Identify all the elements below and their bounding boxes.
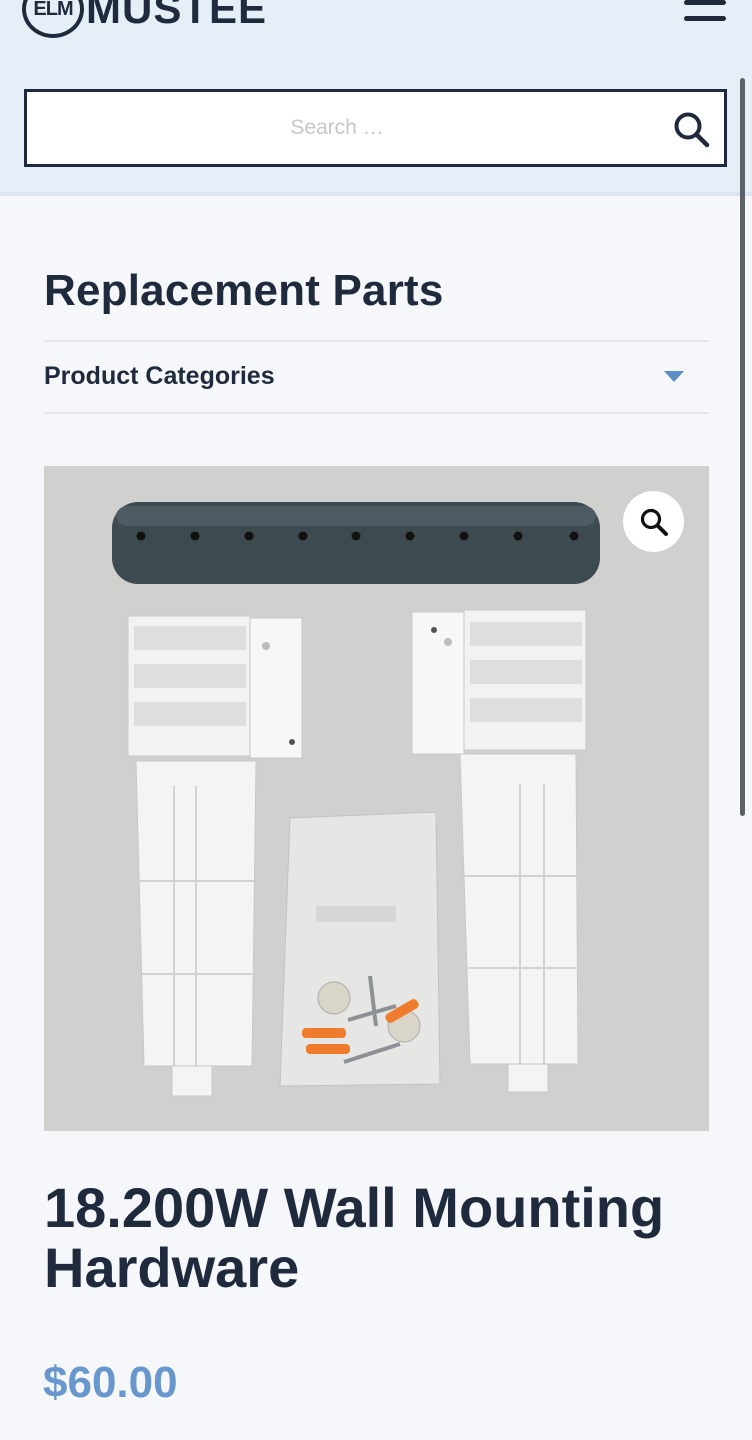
divider (44, 340, 709, 342)
logo-wordmark: MUSTEE (86, 0, 268, 32)
product-image[interactable] (44, 466, 709, 1131)
site-header: ELM MUSTEE (0, 0, 752, 196)
logo-badge: ELM (22, 0, 84, 38)
search-input[interactable] (27, 92, 647, 164)
categories-dropdown-toggle[interactable] (652, 362, 696, 392)
product-categories-label[interactable]: Product Categories (44, 362, 275, 391)
search-form (24, 89, 727, 167)
page-scrollbar[interactable] (740, 78, 745, 816)
product-price: $60.00 (43, 1358, 178, 1407)
magnifier-zoom-icon[interactable] (623, 491, 684, 552)
product-title: 18.200W Wall Mounting Hardware (44, 1176, 665, 1299)
product-photo-illustration (112, 502, 600, 1097)
brand-logo[interactable]: ELM MUSTEE (22, 0, 267, 40)
search-icon[interactable] (672, 110, 712, 150)
page-title: Replacement Parts (44, 266, 444, 315)
hamburger-menu-icon[interactable] (684, 0, 728, 26)
divider (44, 412, 709, 414)
caret-down-icon (664, 371, 684, 382)
